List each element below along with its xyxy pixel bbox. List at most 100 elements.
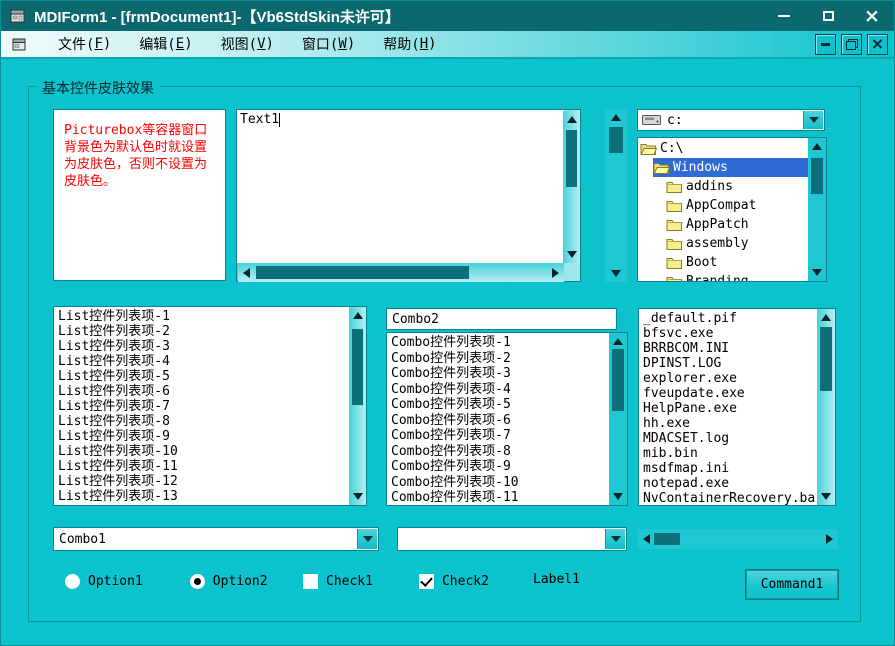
list-item[interactable]: bfsvc.exe — [639, 326, 817, 341]
scroll-up-arrow[interactable] — [812, 143, 822, 150]
command1-button[interactable]: Command1 — [746, 570, 838, 599]
radio-option[interactable]: Option1 — [65, 574, 143, 589]
checkbox-icon[interactable] — [303, 574, 318, 589]
list-item[interactable]: Combo控件列表项-5 — [387, 397, 609, 413]
minimize-button[interactable] — [774, 6, 794, 26]
list-item[interactable]: Combo控件列表项-2 — [387, 351, 609, 367]
list-item[interactable]: _default.pif — [639, 311, 817, 326]
list-item[interactable]: BRRBCOM.INI — [639, 341, 817, 356]
directory-item[interactable]: Windows — [653, 158, 808, 177]
scroll-thumb[interactable] — [352, 329, 363, 405]
list-item[interactable]: List控件列表项-2 — [54, 324, 348, 339]
list-item[interactable]: MDACSET.log — [639, 431, 817, 446]
list-item[interactable]: List控件列表项-1 — [54, 309, 348, 324]
list-item[interactable]: List控件列表项-6 — [54, 384, 348, 399]
checkbox-option[interactable]: Check2 — [419, 574, 489, 589]
list-item[interactable]: Combo控件列表项-3 — [387, 366, 609, 382]
directory-item[interactable]: addins — [666, 177, 808, 196]
scroll-down-arrow[interactable] — [613, 493, 623, 500]
checkbox-option[interactable]: Check1 — [303, 574, 373, 589]
combo2-edit[interactable]: Combo2 — [386, 308, 617, 330]
list-item[interactable]: hh.exe — [639, 416, 817, 431]
scroll-down-arrow[interactable] — [353, 493, 363, 500]
mdi-minimize-button[interactable] — [815, 34, 836, 55]
maximize-button[interactable] — [818, 6, 838, 26]
drive-combo[interactable]: c: — [637, 109, 825, 131]
combo1[interactable]: Combo1 — [53, 527, 379, 551]
list-item[interactable]: Combo控件列表项-9 — [387, 459, 609, 475]
bottom-hscrollbar[interactable] — [638, 529, 838, 549]
scroll-thumb[interactable] — [256, 266, 469, 279]
list-item[interactable]: List控件列表项-9 — [54, 429, 348, 444]
radio-option[interactable]: Option2 — [190, 574, 268, 589]
scroll-left-arrow[interactable] — [643, 534, 650, 544]
textbox-hscrollbar[interactable] — [238, 263, 564, 282]
list-item[interactable]: List控件列表项-4 — [54, 354, 348, 369]
textbox[interactable]: Text1 — [236, 109, 581, 282]
combo1-dropdown-button[interactable] — [357, 529, 377, 549]
list-item[interactable]: notepad.exe — [639, 476, 817, 491]
list-item[interactable]: mib.bin — [639, 446, 817, 461]
list-item[interactable]: List控件列表项-8 — [54, 414, 348, 429]
list-item[interactable]: Combo控件列表项-7 — [387, 428, 609, 444]
list-item[interactable]: List控件列表项-7 — [54, 399, 348, 414]
scroll-thumb[interactable] — [612, 349, 624, 411]
scroll-down-arrow[interactable] — [812, 269, 822, 276]
directory-item[interactable]: AppPatch — [666, 215, 808, 234]
scroll-thumb[interactable] — [811, 158, 823, 194]
scroll-left-arrow[interactable] — [243, 268, 250, 278]
scroll-up-arrow[interactable] — [353, 312, 363, 319]
directory-item[interactable]: Branding — [666, 272, 808, 282]
textbox-edit-area[interactable]: Text1 — [237, 110, 564, 263]
scroll-up-arrow[interactable] — [567, 116, 577, 123]
scroll-thumb[interactable] — [566, 130, 577, 187]
mdi-restore-button[interactable] — [841, 34, 862, 55]
scroll-right-arrow[interactable] — [826, 534, 833, 544]
scroll-thumb[interactable] — [820, 327, 832, 391]
list-item[interactable]: Combo控件列表项-11 — [387, 490, 609, 506]
scroll-up-arrow[interactable] — [611, 114, 621, 121]
list-item[interactable]: List控件列表项-11 — [54, 459, 348, 474]
list-item[interactable]: Combo控件列表项-8 — [387, 444, 609, 460]
scroll-up-arrow[interactable] — [613, 338, 623, 345]
mdi-close-button[interactable]: × — [867, 34, 888, 55]
list-item[interactable]: msdfmap.ini — [639, 461, 817, 476]
scroll-thumb[interactable] — [609, 127, 623, 153]
scroll-down-arrow[interactable] — [567, 251, 577, 258]
radio-icon[interactable] — [190, 574, 205, 589]
list-item[interactable]: Combo控件列表项-10 — [387, 475, 609, 491]
scroll-thumb[interactable] — [654, 533, 680, 545]
list-item[interactable]: fveupdate.exe — [639, 386, 817, 401]
list-item[interactable]: Combo控件列表项-4 — [387, 382, 609, 398]
scroll-down-arrow[interactable] — [611, 270, 621, 277]
radio-icon[interactable] — [65, 574, 80, 589]
directory-item[interactable]: C:\ — [640, 139, 808, 158]
directory-item[interactable]: assembly — [666, 234, 808, 253]
drive-combo-dropdown-button[interactable] — [803, 111, 823, 129]
combo2-list-vscrollbar[interactable] — [609, 333, 627, 505]
combo-empty[interactable] — [397, 527, 627, 551]
menu-item[interactable]: 视图(V) — [207, 31, 288, 57]
menu-item[interactable]: 帮助(H) — [369, 31, 450, 57]
scroll-up-arrow[interactable] — [821, 314, 831, 321]
list-item[interactable]: List控件列表项-10 — [54, 444, 348, 459]
checkbox-icon[interactable] — [419, 574, 434, 589]
standalone-vscrollbar[interactable] — [605, 109, 627, 282]
list-item[interactable]: Combo控件列表项-6 — [387, 413, 609, 429]
list-item[interactable]: List控件列表项-3 — [54, 339, 348, 354]
list-item[interactable]: DPINST.LOG — [639, 356, 817, 371]
list-item[interactable]: NvContainerRecovery.ba — [639, 491, 817, 506]
menu-item[interactable]: 编辑(E) — [125, 31, 206, 57]
list-item[interactable]: HelpPane.exe — [639, 401, 817, 416]
list-item[interactable]: Combo控件列表项-1 — [387, 335, 609, 351]
list-item[interactable]: explorer.exe — [639, 371, 817, 386]
directory-list-vscrollbar[interactable] — [808, 138, 826, 281]
list-item[interactable]: List控件列表项-12 — [54, 474, 348, 489]
combo-empty-dropdown-button[interactable] — [605, 529, 625, 549]
list-item[interactable]: List控件列表项-5 — [54, 369, 348, 384]
menu-item[interactable]: 文件(F) — [44, 31, 125, 57]
close-button[interactable]: × — [862, 6, 882, 26]
directory-item[interactable]: AppCompat — [666, 196, 808, 215]
list-item[interactable]: List控件列表项-13 — [54, 489, 348, 504]
list1-vscrollbar[interactable] — [349, 307, 366, 505]
